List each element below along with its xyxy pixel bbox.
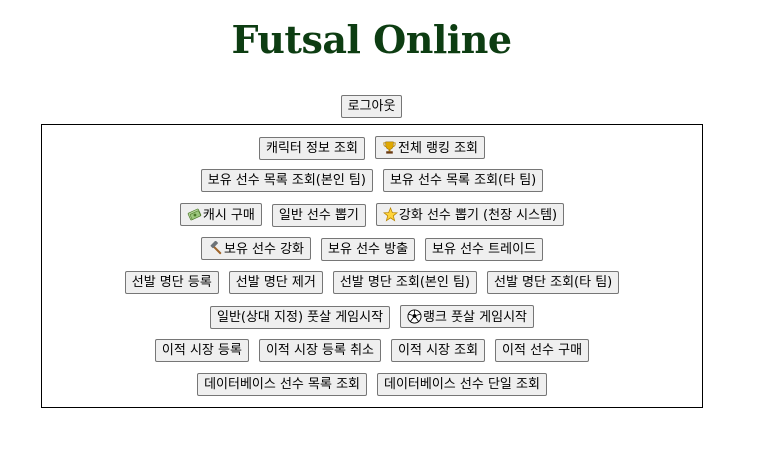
- menu-button-label: 이적 시장 등록 취소: [265, 343, 375, 358]
- star-icon: [382, 206, 398, 222]
- menu-button-r4-2[interactable]: 보유 선수 방출: [321, 238, 416, 261]
- menu-button-r7-4[interactable]: 이적 선수 구매: [495, 339, 590, 362]
- menu-button-r5-1[interactable]: 선발 명단 등록: [124, 271, 219, 294]
- menu-button-label: 보유 선수 목록 조회(본인 팀): [207, 173, 366, 188]
- menu-button-r4-3[interactable]: 보유 선수 트레이드: [425, 238, 543, 261]
- menu-button-label: 보유 선수 목록 조회(타 팀): [389, 173, 537, 188]
- menu-row: 보유 선수 목록 조회(본인 팀) 보유 선수 목록 조회(타 팀): [42, 169, 702, 192]
- menu-button-label: 선발 명단 제거: [235, 275, 316, 290]
- menu-button-r6-2[interactable]: 랭크 풋살 게임시작: [400, 305, 534, 328]
- menu-button-r5-3[interactable]: 선발 명단 조회(본인 팀): [332, 271, 477, 294]
- menu-button-r5-2[interactable]: 선발 명단 제거: [228, 271, 323, 294]
- menu-button-r3-1[interactable]: 캐시 구매: [179, 203, 262, 226]
- menu-row: 선발 명단 등록 선발 명단 제거 선발 명단 조회(본인 팀) 선발 명단 조회(타…: [42, 271, 702, 294]
- menu-row: 캐릭터 정보 조회 전체 랭킹 조회: [42, 136, 702, 160]
- menu-row: 데이터베이스 선수 목록 조회 데이터베이스 선수 단일 조회: [42, 373, 702, 396]
- menu-button-label: 강화 선수 뽑기 (천장 시스템): [398, 208, 558, 223]
- page-title: Futsal Online: [231, 17, 512, 62]
- menu-button-r1-2[interactable]: 전체 랭킹 조회: [374, 136, 486, 159]
- menu-button-r7-3[interactable]: 이적 시장 조회: [391, 339, 486, 362]
- menu-button-r2-2[interactable]: 보유 선수 목록 조회(타 팀): [382, 169, 544, 192]
- trophy-icon: [382, 140, 397, 155]
- menu-button-label: 데이터베이스 선수 단일 조회: [384, 377, 540, 392]
- menu-button-label: 보유 선수 트레이드: [432, 242, 536, 257]
- money-icon: [187, 207, 202, 222]
- menu-button-label: 선발 명단 조회(본인 팀): [339, 275, 470, 290]
- menu-button-r7-1[interactable]: 이적 시장 등록: [154, 339, 249, 362]
- menu-button-r1-1[interactable]: 캐릭터 정보 조회: [258, 137, 365, 160]
- menu-button-label: 보유 선수 방출: [328, 242, 409, 257]
- menu-button-label: 보유 선수 강화: [223, 242, 305, 257]
- menu-button-label: 선발 명단 등록: [131, 275, 212, 290]
- menu-panel: 캐릭터 정보 조회 전체 랭킹 조회 보유 선수 목록 조회(본인 팀) 보유 선수 …: [41, 124, 703, 408]
- menu-button-r7-2[interactable]: 이적 시장 등록 취소: [258, 339, 382, 362]
- menu-button-r3-3[interactable]: 강화 선수 뽑기 (천장 시스템): [375, 203, 565, 226]
- logout-button[interactable]: 로그아웃: [340, 95, 403, 118]
- menu-row: 캐시 구매 일반 선수 뽑기 강화 선수 뽑기 (천장 시스템): [42, 203, 702, 227]
- menu-button-label: 랭크 풋살 게임시작: [423, 310, 527, 325]
- menu-button-label: 이적 시장 등록: [161, 343, 242, 358]
- menu-button-r3-2[interactable]: 일반 선수 뽑기: [271, 204, 366, 227]
- menu-row: 보유 선수 강화 보유 선수 방출 보유 선수 트레이드: [42, 237, 702, 261]
- menu-button-label: 데이터베이스 선수 목록 조회: [204, 377, 360, 392]
- menu-button-r8-2[interactable]: 데이터베이스 선수 단일 조회: [377, 373, 547, 396]
- menu-button-label: 일반 선수 뽑기: [278, 208, 359, 223]
- logout-container: 로그아웃: [0, 95, 743, 118]
- menu-button-label: 일반(상대 지정) 풋살 게임시작: [216, 310, 384, 325]
- hammer-icon: [208, 240, 223, 256]
- menu-button-r5-4[interactable]: 선발 명단 조회(타 팀): [487, 271, 620, 294]
- menu-button-label: 이적 선수 구매: [502, 343, 583, 358]
- menu-button-r6-1[interactable]: 일반(상대 지정) 풋살 게임시작: [209, 306, 391, 329]
- menu-button-r8-1[interactable]: 데이터베이스 선수 목록 조회: [197, 373, 367, 396]
- menu-button-label: 이적 시장 조회: [398, 343, 479, 358]
- menu-button-r2-1[interactable]: 보유 선수 목록 조회(본인 팀): [200, 169, 373, 192]
- menu-button-label: 캐릭터 정보 조회: [265, 141, 358, 156]
- menu-button-label: 선발 명단 조회(타 팀): [494, 275, 613, 290]
- menu-button-r4-1[interactable]: 보유 선수 강화: [200, 237, 312, 260]
- soccer-ball-icon: [407, 309, 422, 324]
- menu-row: 이적 시장 등록 이적 시장 등록 취소 이적 시장 조회 이적 선수 구매: [42, 339, 702, 362]
- menu-button-label: 캐시 구매: [202, 208, 255, 223]
- menu-row: 일반(상대 지정) 풋살 게임시작 랭크 풋살 게임시작: [42, 305, 702, 329]
- menu-button-label: 전체 랭킹 조회: [397, 141, 479, 156]
